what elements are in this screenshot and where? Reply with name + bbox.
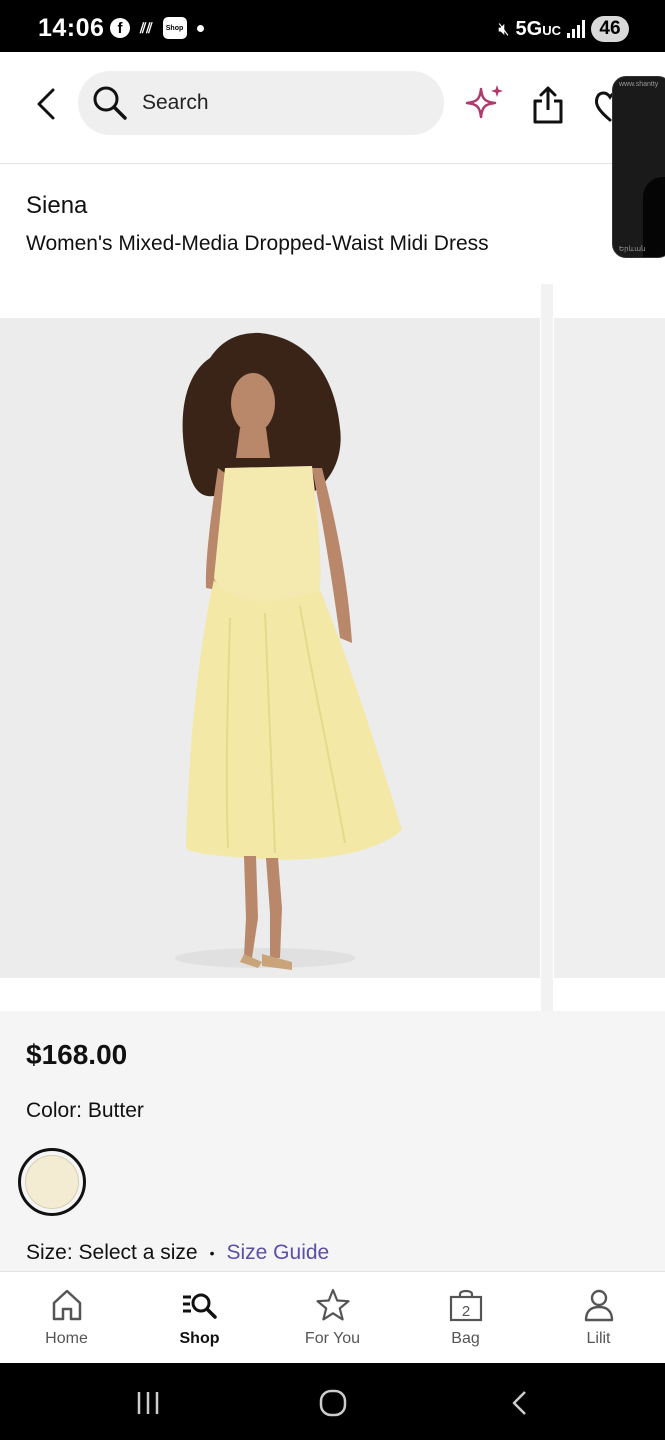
person-icon xyxy=(584,1289,613,1322)
back-arrow-icon xyxy=(512,1391,526,1415)
tab-bag-label: Bag xyxy=(451,1330,480,1347)
app-header: Search xyxy=(0,52,665,164)
next-product-image[interactable] xyxy=(554,318,665,978)
recent-apps-button[interactable] xyxy=(118,1383,178,1423)
product-image-carousel[interactable] xyxy=(0,284,665,1011)
size-separator: • xyxy=(209,1245,215,1261)
signal-bars-icon xyxy=(567,20,585,38)
tab-shop-label: Shop xyxy=(179,1330,220,1347)
tab-home-label: Home xyxy=(45,1330,88,1347)
star-icon xyxy=(315,1288,350,1321)
product-price: $168.00 xyxy=(26,1039,128,1070)
color-swatch-butter[interactable] xyxy=(18,1148,86,1216)
tab-home[interactable]: Home xyxy=(0,1272,133,1364)
sparkle-icon xyxy=(465,85,503,119)
shop-app-icon: Shop xyxy=(162,17,187,39)
swatch-fill xyxy=(25,1155,79,1209)
share-button[interactable] xyxy=(528,82,568,128)
tab-for-you-label: For You xyxy=(304,1330,361,1347)
size-label: Size: Select a size xyxy=(26,1241,198,1264)
size-row: Size: Select a size • Size Guide xyxy=(26,1241,329,1265)
video-caption-top: www.shantty xyxy=(619,81,659,88)
tab-account[interactable]: Lilit xyxy=(532,1272,665,1364)
recent-apps-icon xyxy=(137,1392,159,1414)
home-nav-button[interactable] xyxy=(303,1383,363,1423)
network-type: 5GUC xyxy=(515,17,561,40)
color-label: Color: Butter xyxy=(26,1099,144,1122)
tab-bag[interactable]: 2 Bag xyxy=(399,1272,532,1364)
floating-video-thumbnail[interactable]: www.shantty Երևան xyxy=(612,76,665,258)
status-time: 14:06 xyxy=(38,14,105,42)
more-notifications-icon xyxy=(196,24,204,32)
battery-indicator: 46 xyxy=(591,16,629,42)
notification-icons: f ⫽⫽ Shop xyxy=(110,17,204,39)
back-button[interactable] xyxy=(26,82,66,126)
system-icons: 🔇︎ 5GUC 46 xyxy=(498,16,629,42)
bottom-tab-bar: Home Shop For You 2 Bag Lilit xyxy=(0,1271,665,1363)
system-navigation-bar xyxy=(0,1363,665,1440)
chevron-left-icon xyxy=(37,88,55,120)
search-input[interactable]: Search xyxy=(78,71,444,135)
mute-icon: 🔇︎ xyxy=(498,18,510,39)
signal-activity-icon: ⫽⫽ xyxy=(140,19,153,36)
share-icon xyxy=(533,86,563,124)
product-info-panel: $168.00 Color: Butter Size: Select a siz… xyxy=(0,1011,665,1271)
tab-account-label: Lilit xyxy=(586,1330,611,1347)
search-icon xyxy=(93,86,127,120)
product-title: Women's Mixed-Media Dropped-Waist Midi D… xyxy=(26,232,489,255)
product-brand[interactable]: Siena xyxy=(26,192,87,220)
facebook-icon: f xyxy=(110,18,130,38)
bag-count-badge: 2 xyxy=(461,1303,469,1320)
size-guide-link[interactable]: Size Guide xyxy=(227,1241,330,1265)
ai-assistant-button[interactable] xyxy=(460,82,506,128)
bag-icon: 2 xyxy=(449,1289,482,1322)
home-circle-icon xyxy=(319,1389,347,1417)
back-nav-button[interactable] xyxy=(490,1383,550,1423)
tab-shop[interactable]: Shop xyxy=(133,1272,266,1364)
status-bar: 14:06 f ⫽⫽ Shop 🔇︎ 5GUC 46 xyxy=(0,0,665,52)
home-icon xyxy=(52,1289,81,1321)
model-in-dress-image xyxy=(0,318,540,978)
shop-search-icon xyxy=(182,1293,217,1319)
video-caption-bottom: Երևան xyxy=(619,246,646,253)
tab-for-you[interactable]: For You xyxy=(266,1272,399,1364)
product-image[interactable] xyxy=(0,318,540,978)
search-placeholder: Search xyxy=(142,91,209,114)
